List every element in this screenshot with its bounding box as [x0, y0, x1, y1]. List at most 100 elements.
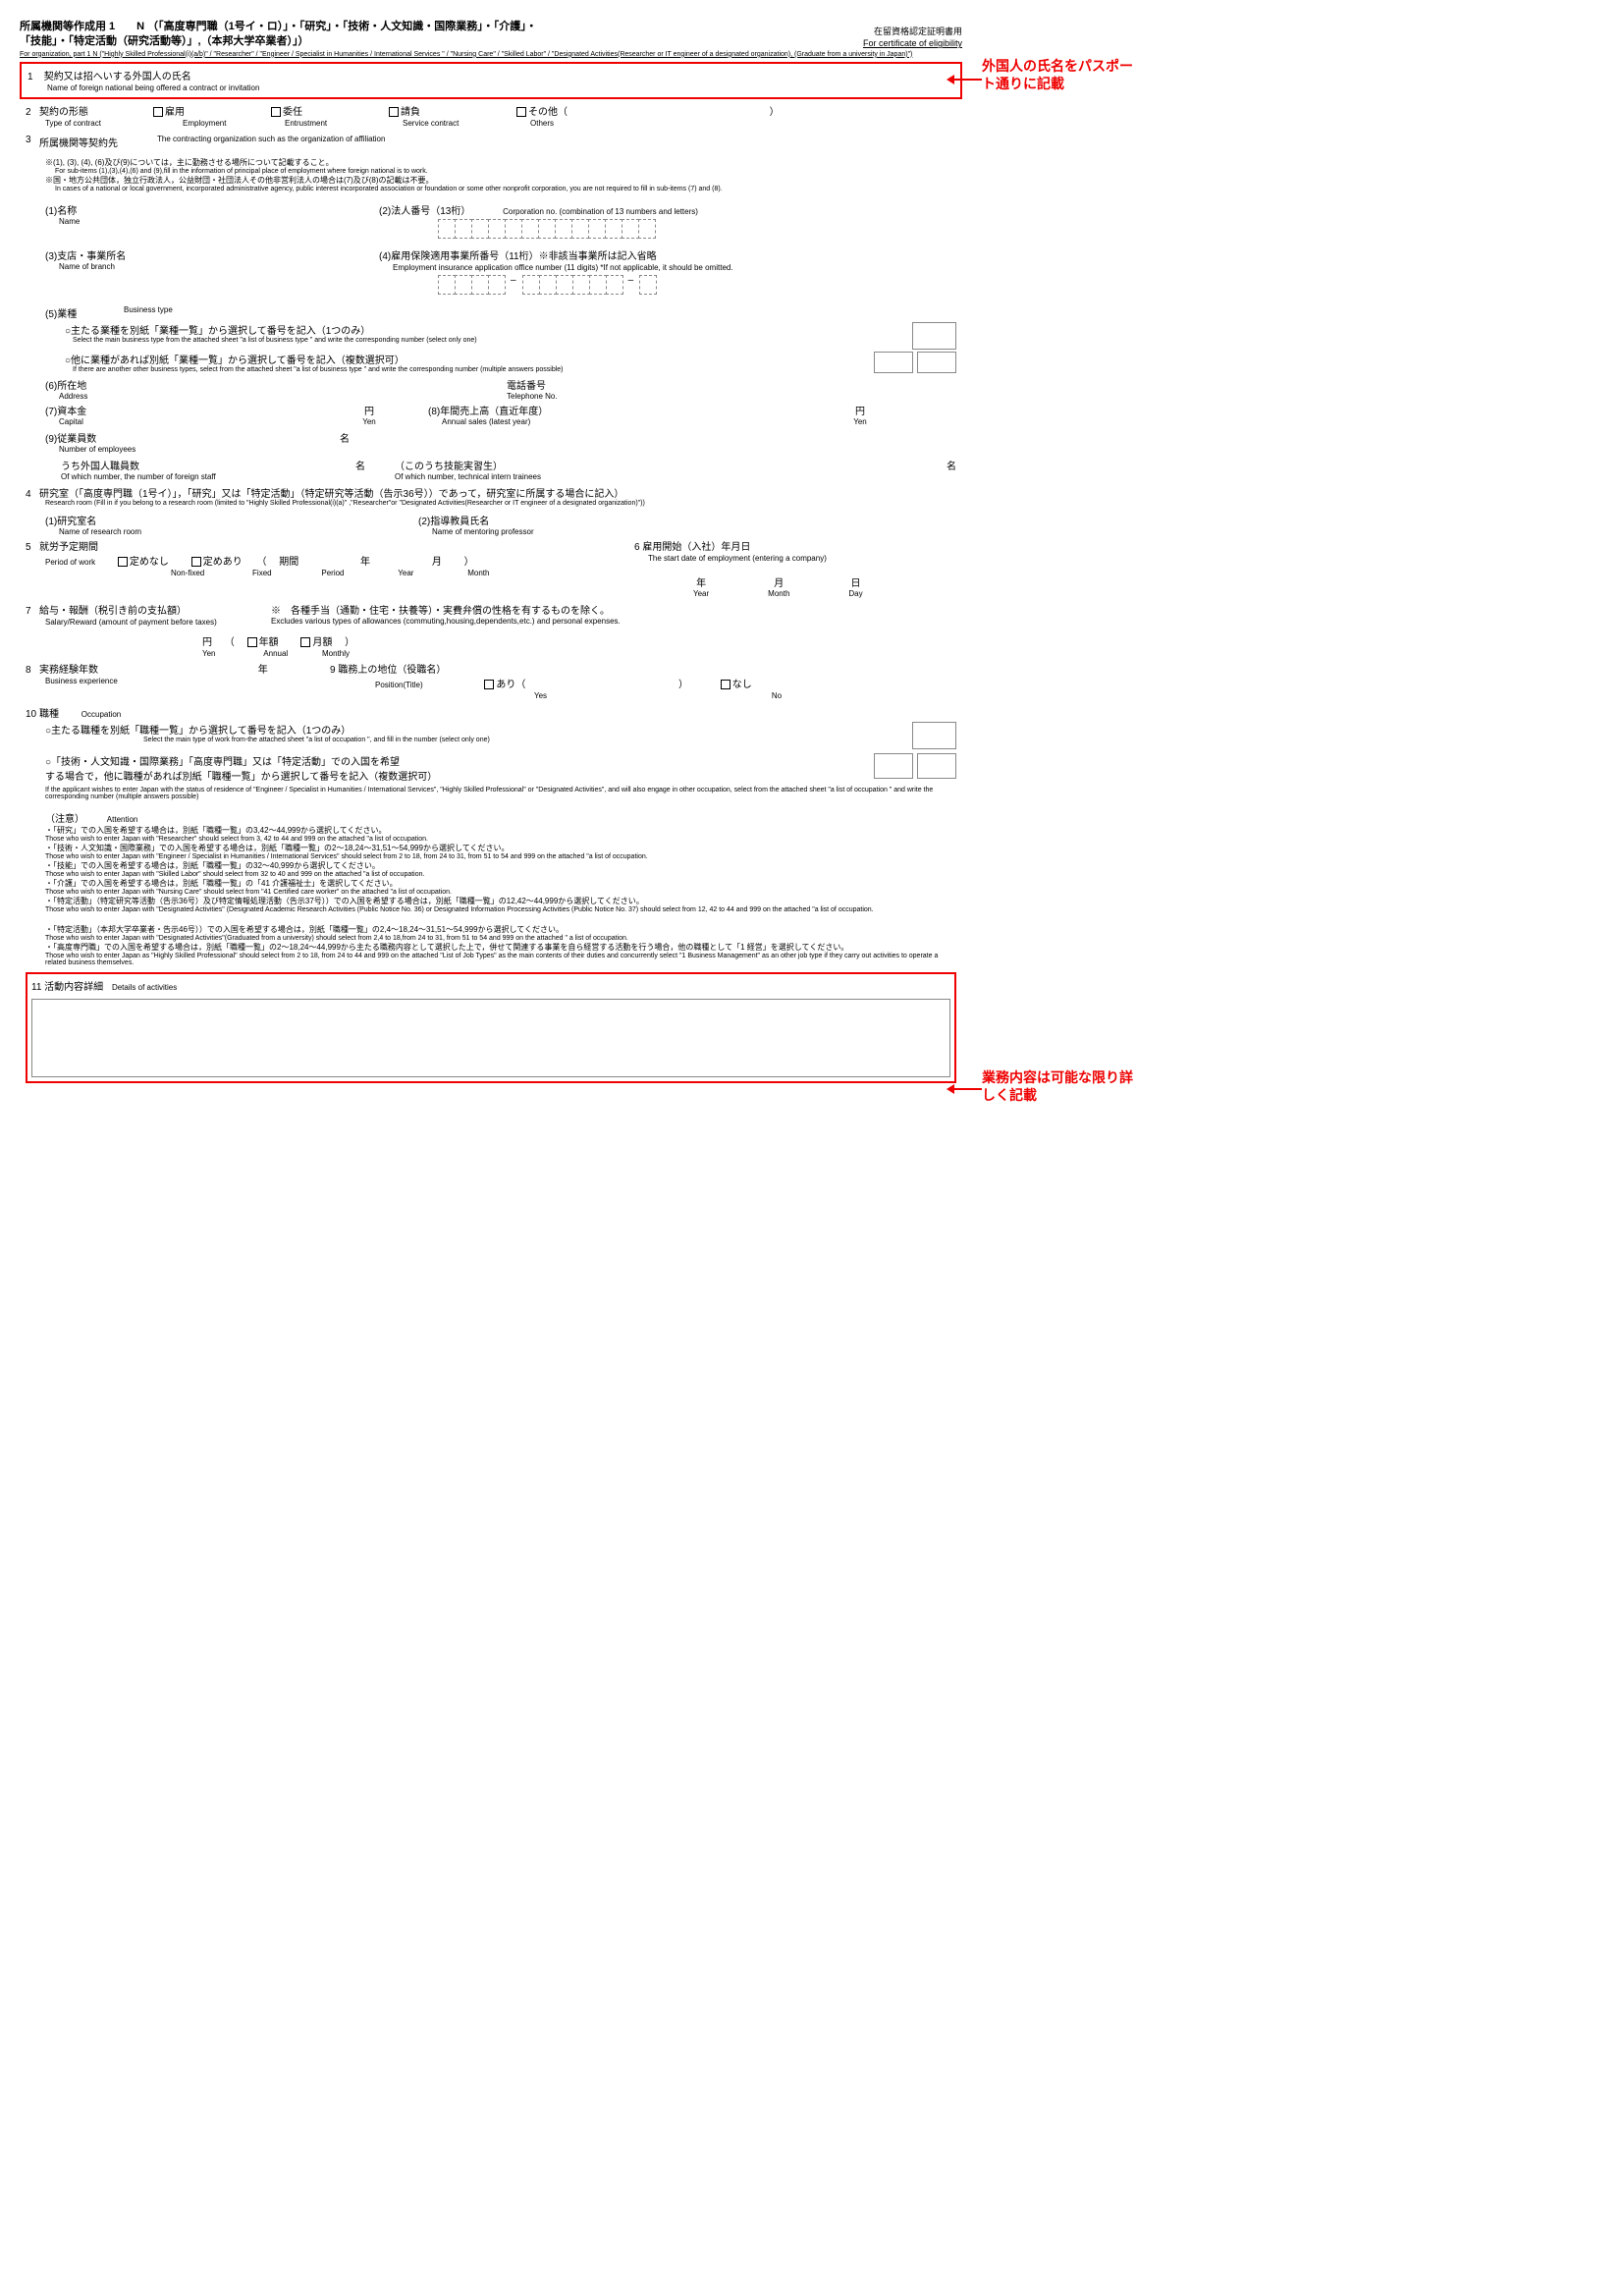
biz-main-input[interactable] — [912, 322, 956, 350]
s4-sub: Research room (Fill in if you belong to … — [45, 500, 956, 507]
checkbox-annual[interactable] — [247, 637, 257, 647]
header-line2: 「技能」・「特定活動（研究活動等）」,（本邦大学卒業者）」） — [20, 34, 537, 49]
s3-persons3: 名 — [947, 458, 956, 472]
s3-i6: (6)所在地 — [45, 377, 507, 392]
checkbox-others[interactable] — [516, 107, 526, 117]
s10-n4s: Those who wish to enter Japan with "Nurs… — [45, 889, 956, 896]
s5-periods: Period — [321, 569, 344, 577]
s3-i4: (4)雇用保険適用事業所番号（11桁）※非該当事業所は記入省略 — [379, 251, 657, 262]
section-1-highlight: 1 契約又は招へいする外国人の氏名 Name of foreign nation… — [20, 62, 962, 99]
occ-other-1[interactable] — [874, 753, 913, 779]
checkbox-employment[interactable] — [153, 107, 163, 117]
s7-yen: 円 — [202, 637, 212, 648]
s3-note1s: For sub-items (1),(3),(4),(6) and (9),fi… — [55, 168, 956, 175]
s5-title: 就労予定期間 — [39, 542, 98, 553]
s1-title: 契約又は招へいする外国人の氏名 — [44, 72, 191, 82]
occ-other-2[interactable] — [917, 753, 956, 779]
s7-sub: Salary/Reward (amount of payment before … — [45, 618, 217, 627]
s4-i2: (2)指導教員氏名 — [418, 513, 534, 527]
s10-a: ○主たる職種を別紙「職種一覧」から選択して番号を記入（1つのみ） — [45, 722, 490, 737]
s4-i1s: Name of research room — [59, 527, 418, 536]
s3-persons2: 名 — [355, 458, 395, 472]
s10-n3s: Those who wish to enter Japan with "Skil… — [45, 871, 956, 878]
corp-no-input[interactable] — [438, 219, 655, 239]
s7-note: ※ 各種手当（通勤・住宅・扶養等）・実費弁償の性格を有するものを除く。 — [271, 602, 621, 617]
s6-sub: The start date of employment (entering a… — [648, 554, 827, 563]
s10-b2: する場合で，他に職種があれば別紙「職種一覧」から選択して番号を記入（複数選択可） — [45, 768, 437, 783]
s8-title: 実務経験年数 — [39, 665, 98, 676]
s3-i9bs: Of which number, technical intern traine… — [395, 472, 611, 481]
s3-tels: Telephone No. — [507, 392, 558, 401]
activity-textarea[interactable] — [31, 999, 950, 1077]
s2-opt3s: Service contract — [403, 119, 459, 128]
s3-i2s: Corporation no. (combination of 13 numbe… — [503, 207, 698, 216]
s3-note2s: In cases of a national or local governme… — [55, 186, 956, 192]
s10-title: 職種 — [39, 709, 59, 720]
s3-i9b: （このうち技能実習生） — [395, 458, 611, 472]
s3-yen: 円 — [340, 403, 399, 417]
biz-other-2[interactable] — [917, 352, 956, 373]
s10-attns: Attention — [107, 815, 138, 824]
s9-sub: Position(Title) — [375, 681, 423, 689]
s5-months: Month — [467, 569, 489, 577]
s10-n7s: Those who wish to enter Japan as "Highly… — [45, 953, 956, 966]
s6-months: Month — [768, 589, 789, 598]
s3-i4s: Employment insurance application office … — [393, 263, 733, 272]
s9-no: なし — [732, 680, 752, 690]
s11-title: 活動内容詳細 — [44, 982, 103, 993]
s2-paren: ） — [770, 107, 780, 118]
s5-month: 月 — [432, 557, 442, 568]
s3-i9s: Number of employees — [59, 445, 340, 454]
s10-n5: ・「特定活動」（特定研究等活動（告示36号）及び特定情報処理活動（告示37号））… — [45, 896, 956, 906]
form-page: 外国人の氏名をパスポート通りに記載 所属機関等作成用 1 N （「高度専門職（1… — [20, 0, 962, 1083]
emp-ins-input[interactable]: – – — [438, 275, 656, 295]
s9-paren: ） — [678, 680, 688, 690]
checkbox-monthly[interactable] — [300, 637, 310, 647]
s3-i9as: Of which number, the number of foreign s… — [61, 472, 355, 481]
biz-other-1[interactable] — [874, 352, 913, 373]
occ-main-input[interactable] — [912, 722, 956, 749]
s8-year: 年 — [258, 665, 268, 676]
s3-tel: 電話番号 — [507, 377, 558, 392]
s6-month: 月 — [768, 574, 789, 589]
s3-i6s: Address — [59, 392, 507, 401]
s3-title: 所属機関等契約先 — [39, 135, 118, 149]
s9-title: 職務上の地位（役職名） — [338, 665, 446, 676]
checkbox-fixed[interactable] — [191, 557, 201, 567]
checkbox-nonfixed[interactable] — [118, 557, 128, 567]
s5-sub: Period of work — [45, 558, 95, 567]
s3-sub: The contracting organization such as the… — [157, 135, 385, 143]
s3-i3: (3)支店・事業所名 — [45, 247, 379, 262]
s7-annuals: Annual — [263, 649, 288, 658]
s10-as: Select the main type of work from-the at… — [143, 737, 490, 743]
s1-sub: Name of foreign national being offered a… — [47, 83, 259, 92]
s4-i1: (1)研究室名 — [45, 513, 418, 527]
form-header: 所属機関等作成用 1 N （「高度専門職（1号イ・ロ）」・「研究」・「技術・人文… — [20, 20, 962, 60]
checkbox-service[interactable] — [389, 107, 399, 117]
s3-i9a: うち外国人職員数 — [61, 458, 355, 472]
s5-period: 期間 — [279, 557, 298, 568]
checkbox-pos-no[interactable] — [721, 680, 730, 689]
s9-yess: Yes — [534, 691, 547, 700]
s10-n1s: Those who wish to enter Japan with "Rese… — [45, 836, 956, 843]
cert-en: For certificate of eligibility — [785, 37, 962, 50]
s3-i5s: Business type — [124, 305, 173, 314]
s3-i7s: Capital — [59, 417, 340, 426]
checkbox-entrustment[interactable] — [271, 107, 281, 117]
s3-i1: (1)名称 — [45, 202, 379, 217]
s7-notes: Excludes various types of allowances (co… — [271, 617, 621, 626]
s10-n6: ・「特定活動」（本邦大学卒業者・告示46号））での入国を希望する場合は，別紙「職… — [45, 924, 956, 935]
s2-opt3: 請負 — [401, 107, 420, 118]
s3-note1: ※(1), (3), (4), (6)及び(9)については，主に勤務させる場所に… — [45, 157, 956, 168]
header-sub: For organization, part 1 N ("Highly Skil… — [20, 50, 962, 60]
checkbox-pos-yes[interactable] — [484, 680, 494, 689]
s10-n2s: Those who wish to enter Japan with "Engi… — [45, 853, 956, 860]
section-11-highlight: 11 活動内容詳細 Details of activities — [26, 972, 956, 1083]
s3-i2: (2)法人番号（13桁） — [379, 206, 470, 217]
s5-o1s: Non-fixed — [171, 569, 204, 577]
s5-o1: 定めなし — [130, 557, 169, 568]
s10-n7: ・「高度専門職」での入国を希望する場合は，別紙「職種一覧」の2～18,24～44… — [45, 942, 956, 953]
s9-nos: No — [772, 691, 782, 700]
s10-n2: ・「技術・人文知識・国際業務」での入国を希望する場合は，別紙「職種一覧」の2～1… — [45, 843, 956, 853]
callout-activity: 業務内容は可能な限り詳しく記載 — [982, 1068, 1139, 1104]
